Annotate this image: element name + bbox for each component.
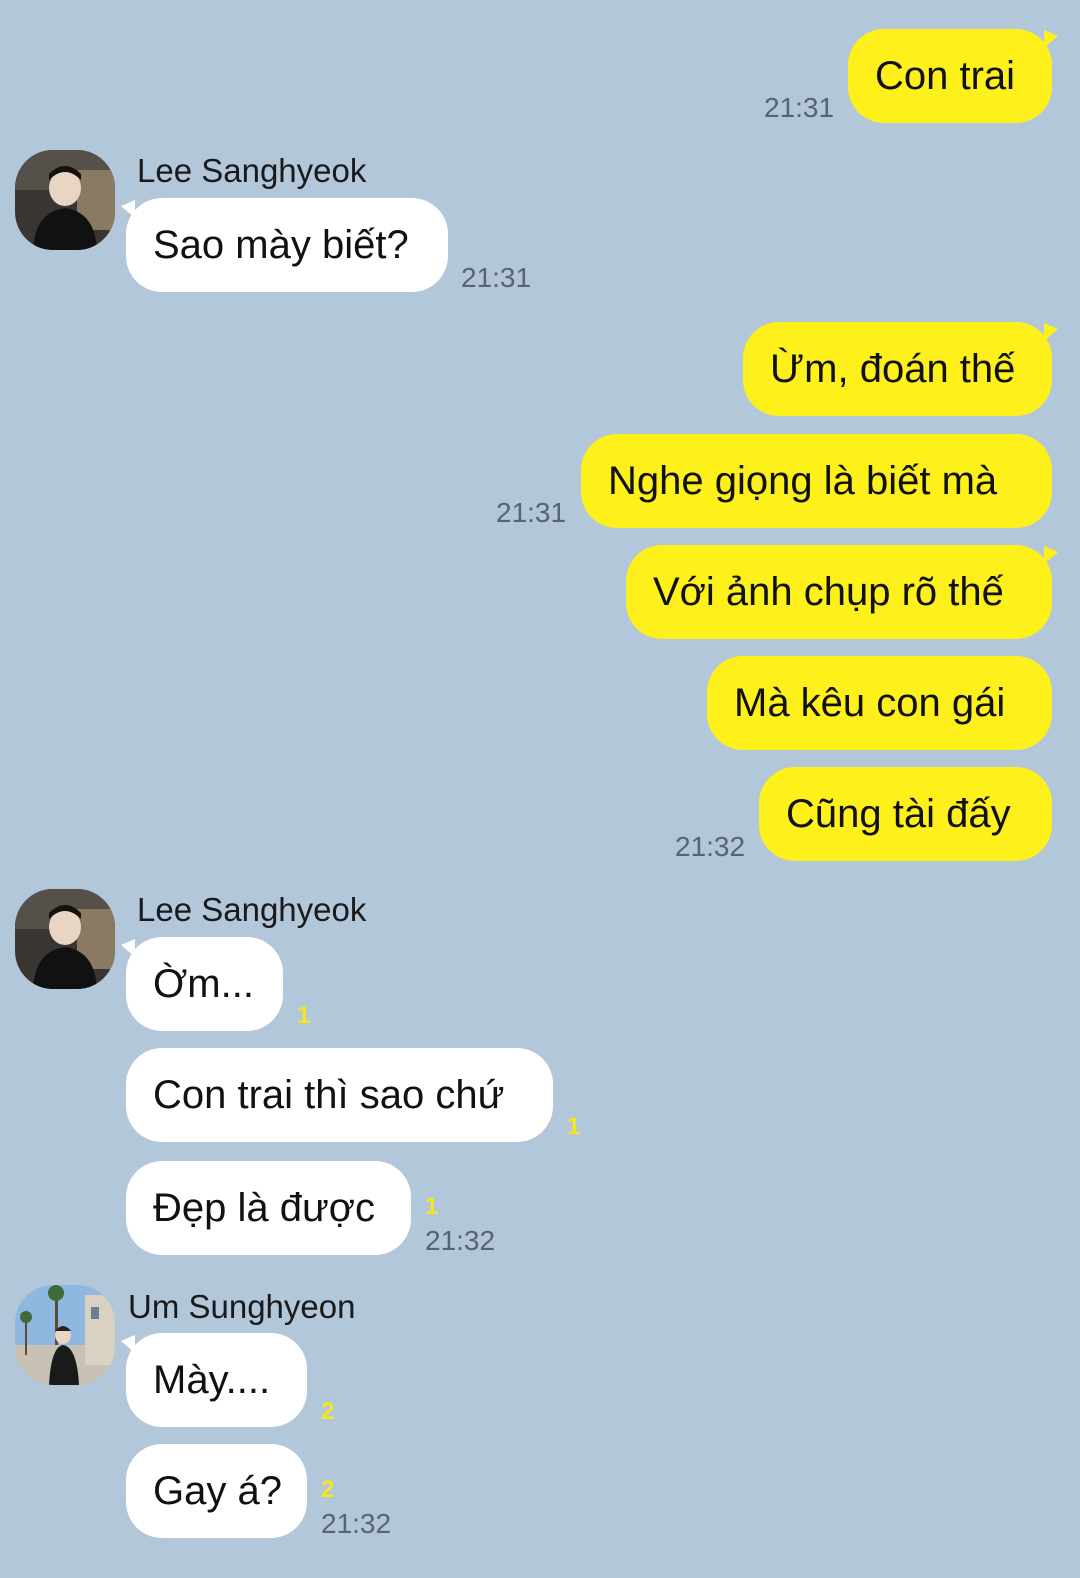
sender-name: Lee Sanghyeok [137,891,367,928]
message-text: Mà kêu con gái [734,680,1006,725]
their-message-bubble[interactable]: Con trai thì sao chứ [126,1048,553,1142]
message-text: Đẹp là được [153,1185,375,1230]
timestamp: 21:32 [675,831,746,862]
avatar-lee-sanghyeok[interactable] [15,889,115,989]
their-message-bubble[interactable]: Mày.... [126,1333,307,1427]
unread-count: 1 [567,1113,581,1140]
unread-count: 1 [425,1193,439,1220]
message-text: Ừm, đoán thế [770,346,1016,391]
my-message-bubble[interactable]: Con trai [848,29,1052,123]
timestamp: 21:32 [321,1508,392,1539]
avatar-lee-sanghyeok[interactable] [15,150,115,250]
unread-count: 2 [321,1476,335,1503]
avatar-um-sunghyeon[interactable] [15,1285,115,1385]
message-text: Cũng tài đấy [786,791,1011,836]
my-message-bubble[interactable]: Mà kêu con gái [707,656,1052,750]
timestamp: 21:31 [496,497,567,528]
my-message-bubble[interactable]: Nghe giọng là biết mà [581,434,1052,528]
message-text: Sao mày biết? [153,222,409,267]
avatar-photo-icon [15,1285,115,1385]
their-message-bubble[interactable]: Gay á? [126,1444,307,1538]
unread-count: 2 [321,1398,335,1425]
their-message-bubble[interactable]: Sao mày biết? [126,198,448,292]
message-text: Với ảnh chụp rõ thế [653,569,1004,614]
bubble-tail [1044,30,1058,48]
my-message-bubble[interactable]: Ừm, đoán thế [743,322,1052,416]
timestamp: 21:31 [461,262,532,293]
message-text: Mày.... [153,1357,271,1402]
my-message-bubble[interactable]: Với ảnh chụp rõ thế [626,545,1052,639]
message-text: Nghe giọng là biết mà [608,458,998,503]
unread-count: 1 [297,1002,311,1029]
message-text: Gay á? [153,1468,282,1513]
message-text: Ờm... [153,961,254,1006]
avatar-photo-icon [15,889,115,989]
avatar-photo-icon [15,150,115,250]
bubble-tail [1044,546,1058,564]
their-message-bubble[interactable]: Đẹp là được [126,1161,411,1255]
sender-name: Um Sunghyeon [128,1288,356,1325]
my-message-bubble[interactable]: Cũng tài đấy [759,767,1052,861]
bubble-tail [1044,323,1058,341]
timestamp: 21:32 [425,1225,496,1256]
their-message-bubble[interactable]: Ờm... [126,937,283,1031]
message-text: Con trai thì sao chứ [153,1072,505,1117]
sender-name: Lee Sanghyeok [137,152,367,189]
timestamp: 21:31 [764,92,835,123]
message-text: Con trai [875,53,1016,98]
